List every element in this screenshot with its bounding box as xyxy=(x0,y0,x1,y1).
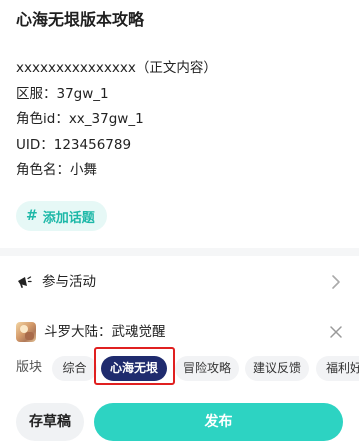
close-icon[interactable] xyxy=(329,325,343,339)
board-tag-general[interactable]: 综合 xyxy=(52,356,97,381)
board-tag-welfare[interactable]: 福利好 xyxy=(316,356,359,381)
body-line: UID：123456789 xyxy=(16,136,132,153)
chevron-right-icon xyxy=(332,275,340,289)
join-activity-row[interactable]: 参与活动 xyxy=(0,264,359,300)
add-topic-label: 添加话题 xyxy=(42,210,95,226)
body-line: xxxxxxxxxxxxxxx（正文内容） xyxy=(16,60,217,76)
board-label: 版块 xyxy=(16,360,43,375)
save-draft-button[interactable]: 存草稿 xyxy=(16,403,84,441)
highlight-box xyxy=(94,347,175,385)
selected-game-row[interactable]: 斗罗大陆：武魂觉醒 xyxy=(0,318,359,348)
post-body[interactable]: xxxxxxxxxxxxxxx（正文内容） 区服：37gw_1 角色id：xx_… xyxy=(16,56,346,184)
publish-button[interactable]: 发布 xyxy=(94,403,343,441)
board-tag-adventure-guide[interactable]: 冒险攻略 xyxy=(175,356,239,381)
add-topic-button[interactable]: # 添加话题 xyxy=(16,201,107,231)
megaphone-icon xyxy=(18,276,32,288)
post-title[interactable]: 心海无垠版本攻略 xyxy=(16,8,144,32)
section-divider xyxy=(0,248,359,256)
board-tag-feedback[interactable]: 建议反馈 xyxy=(245,356,309,381)
body-line: 区服：37gw_1 xyxy=(16,85,109,102)
body-line: 角色名：小舞 xyxy=(16,162,97,178)
join-activity-label: 参与活动 xyxy=(42,274,96,290)
game-icon xyxy=(16,322,36,342)
hash-icon: # xyxy=(26,208,38,224)
body-line: 角色id：xx_37gw_1 xyxy=(16,111,144,127)
game-name: 斗罗大陆：武魂觉醒 xyxy=(44,324,166,340)
board-selector: 版块 综合 心海无垠 冒险攻略 建议反馈 福利好 xyxy=(0,353,359,383)
